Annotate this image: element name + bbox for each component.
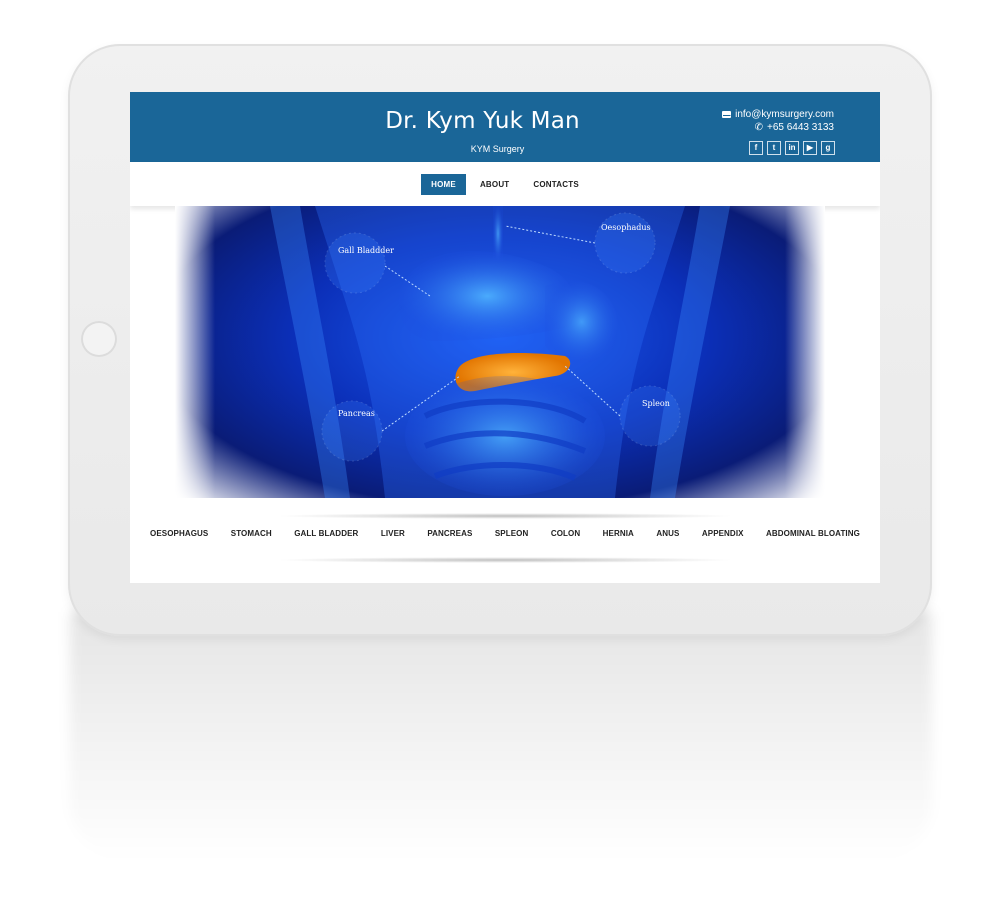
organ-link-hernia[interactable]: HERNIA — [603, 529, 634, 538]
organ-link-stomach[interactable]: STOMACH — [231, 529, 272, 538]
organ-link-colon[interactable]: COLON — [551, 529, 580, 538]
site-header: Dr. Kym Yuk Man KYM Surgery info@kymsurg… — [130, 92, 880, 162]
organ-menu: OESOPHAGUS STOMACH GALL BLADDER LIVER PA… — [150, 529, 860, 538]
organ-link-appendix[interactable]: APPENDIX — [702, 529, 744, 538]
nav-about[interactable]: ABOUT — [470, 174, 519, 195]
organ-link-gall-bladder[interactable]: GALL BLADDER — [294, 529, 358, 538]
linkedin-icon[interactable]: in — [785, 141, 799, 155]
menu-divider-top — [275, 513, 735, 519]
envelope-icon — [722, 110, 732, 119]
organ-link-abdominal-bloating[interactable]: ABDOMINAL BLOATING — [766, 529, 860, 538]
twitter-icon[interactable]: t — [767, 141, 781, 155]
organ-link-anus[interactable]: ANUS — [656, 529, 679, 538]
organ-link-pancreas[interactable]: PANCREAS — [427, 529, 472, 538]
phone-line: ✆ +65 6443 3133 — [722, 121, 834, 134]
youtube-icon[interactable]: ▶ — [803, 141, 817, 155]
label-pancreas: Pancreas — [338, 409, 375, 418]
menu-divider-bottom — [275, 557, 735, 563]
phone-icon: ✆ — [754, 121, 763, 133]
nav-home[interactable]: HOME — [421, 173, 466, 195]
social-links: f t in ▶ g — [749, 141, 835, 155]
organ-link-oesophagus[interactable]: OESOPHAGUS — [150, 529, 208, 538]
hero-anatomy-image: Gall Bladdder Oesophadus Pancreas Spleon — [175, 206, 825, 498]
email-text[interactable]: info@kymsurgery.com — [735, 108, 834, 121]
label-gall-bladder: Gall Bladdder — [338, 246, 394, 255]
facebook-icon[interactable]: f — [749, 141, 763, 155]
phone-text: +65 6443 3133 — [766, 122, 834, 133]
anatomy-illustration — [175, 206, 825, 498]
nav-contacts[interactable]: CONTACTS — [523, 174, 588, 195]
tablet-home-button — [81, 321, 117, 357]
contact-block: info@kymsurgery.com ✆ +65 6443 3133 — [722, 108, 834, 134]
main-nav: HOME ABOUT CONTACTS — [130, 162, 880, 206]
google-plus-icon[interactable]: g — [821, 141, 835, 155]
label-spleen: Spleon — [642, 399, 670, 408]
organ-link-liver[interactable]: LIVER — [381, 529, 405, 538]
tablet-reflection — [70, 612, 932, 862]
label-oesophagus: Oesophadus — [601, 223, 651, 232]
tablet-screen: Dr. Kym Yuk Man KYM Surgery info@kymsurg… — [130, 92, 880, 583]
email-line[interactable]: info@kymsurgery.com — [722, 108, 834, 121]
organ-link-spleon[interactable]: SPLEON — [495, 529, 529, 538]
